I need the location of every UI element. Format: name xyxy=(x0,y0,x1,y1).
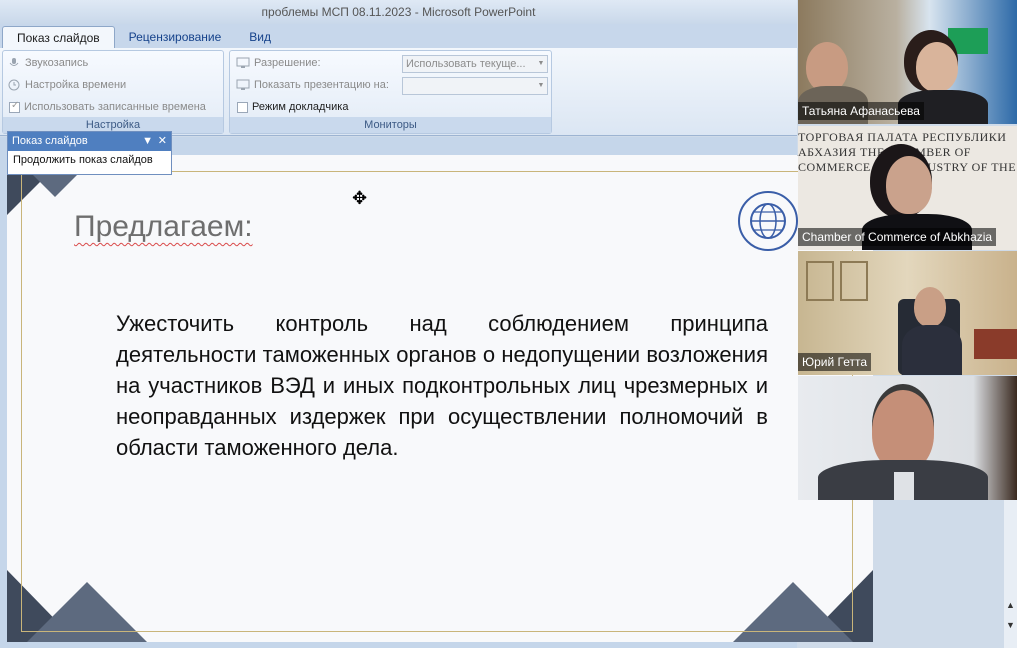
show-on-select[interactable]: ▼ xyxy=(402,77,548,95)
ribbon-group-monitors: Разрешение: Использовать текуще... ▼ Пок… xyxy=(229,50,552,134)
group-label-monitors: Мониторы xyxy=(230,117,551,133)
participant-body xyxy=(902,325,962,375)
show-on-label-row: Показать презентацию на: xyxy=(236,79,389,91)
slide: Предлагаем: Ужесточить контроль над собл… xyxy=(7,155,873,642)
monitor-icon xyxy=(236,79,250,90)
ribbon: Звукозапись Настройка времени Использова… xyxy=(0,48,797,136)
wall-frame-decor xyxy=(806,261,834,301)
record-narration-button[interactable]: Звукозапись xyxy=(7,57,88,69)
participant-face xyxy=(916,42,958,92)
move-cursor-icon: ✥ xyxy=(352,188,368,208)
checkbox-icon xyxy=(9,100,20,113)
tab-view[interactable]: Вид xyxy=(235,26,285,48)
chevron-up-icon[interactable]: ▲ xyxy=(1006,600,1015,610)
floating-toolbar-title: Показ слайдов xyxy=(12,135,88,147)
desk-decor xyxy=(974,329,1017,359)
app-window: проблемы МСП 08.11.2023 - Microsoft Powe… xyxy=(0,0,1017,648)
participant-tile-3[interactable]: Юрий Гетта xyxy=(798,251,1017,375)
participant-tile-1[interactable]: Татьяна Афанасьева xyxy=(798,0,1017,124)
checkbox-icon xyxy=(237,101,248,113)
participant-face xyxy=(886,156,932,214)
resolution-label: Разрешение: xyxy=(254,57,321,69)
slide-heading: Предлагаем: xyxy=(74,210,253,243)
participant-name: Chamber of Commerce of Abkhazia xyxy=(798,228,997,246)
globe-logo-icon xyxy=(738,191,798,251)
chevron-down-icon: ▼ xyxy=(537,82,545,89)
chevron-down-icon: ▼ xyxy=(537,60,545,67)
ribbon-group-setup: Звукозапись Настройка времени Использова… xyxy=(2,50,224,134)
participant-name: Юрий Гетта xyxy=(798,353,872,371)
participant-tile-2[interactable]: ТОРГОВАЯ ПАЛАТА РЕСПУБЛИКИ АБХАЗИЯ THE C… xyxy=(798,126,1017,250)
tiles-scrollbar[interactable]: ▲ ▼ xyxy=(1004,500,1017,648)
use-timings-label: Использовать записанные времена xyxy=(24,101,206,113)
participant-face xyxy=(806,42,848,92)
rehearse-timings-label: Настройка времени xyxy=(25,79,127,91)
resolution-value: Использовать текуще... xyxy=(406,58,526,70)
resume-slideshow-button[interactable]: Продолжить показ слайдов xyxy=(8,151,171,169)
resolution-label-row: Разрешение: xyxy=(236,57,321,69)
presenter-view-label: Режим докладчика xyxy=(252,101,349,113)
chevron-down-icon[interactable]: ▼ xyxy=(1006,620,1015,630)
close-icon[interactable]: ✕ xyxy=(158,132,167,151)
clock-icon xyxy=(8,79,20,91)
rehearse-timings-button[interactable]: Настройка времени xyxy=(7,79,126,91)
slide-body-text: Ужесточить контроль над соблюдением прин… xyxy=(116,311,768,460)
slideshow-floating-toolbar: Показ слайдов ▼ ✕ Продолжить показ слайд… xyxy=(7,131,172,175)
tab-slideshow[interactable]: Показ слайдов xyxy=(2,26,115,48)
monitor-icon xyxy=(236,57,250,68)
use-timings-checkbox[interactable]: Использовать записанные времена xyxy=(9,100,206,113)
flag-decor xyxy=(948,28,988,54)
floating-toolbar-title-bar[interactable]: Показ слайдов ▼ ✕ xyxy=(8,132,171,151)
ribbon-tabs: Показ слайдов Рецензирование Вид xyxy=(0,24,797,48)
presenter-view-checkbox[interactable]: Режим докладчика xyxy=(237,101,348,113)
participant-tile-4[interactable] xyxy=(798,376,1017,500)
tab-review[interactable]: Рецензирование xyxy=(115,26,236,48)
microphone-icon xyxy=(9,58,19,66)
show-on-label: Показать презентацию на: xyxy=(254,79,389,91)
chevron-down-icon[interactable]: ▼ xyxy=(142,132,153,151)
resolution-select[interactable]: Использовать текуще... ▼ xyxy=(402,55,548,73)
window-title: проблемы МСП 08.11.2023 - Microsoft Powe… xyxy=(0,0,797,24)
participant-name: Татьяна Афанасьева xyxy=(798,102,924,120)
participant-shirt xyxy=(894,472,914,500)
wall-frame-decor xyxy=(840,261,868,301)
record-narration-label: Звукозапись xyxy=(25,57,89,69)
participant-face xyxy=(914,287,946,327)
